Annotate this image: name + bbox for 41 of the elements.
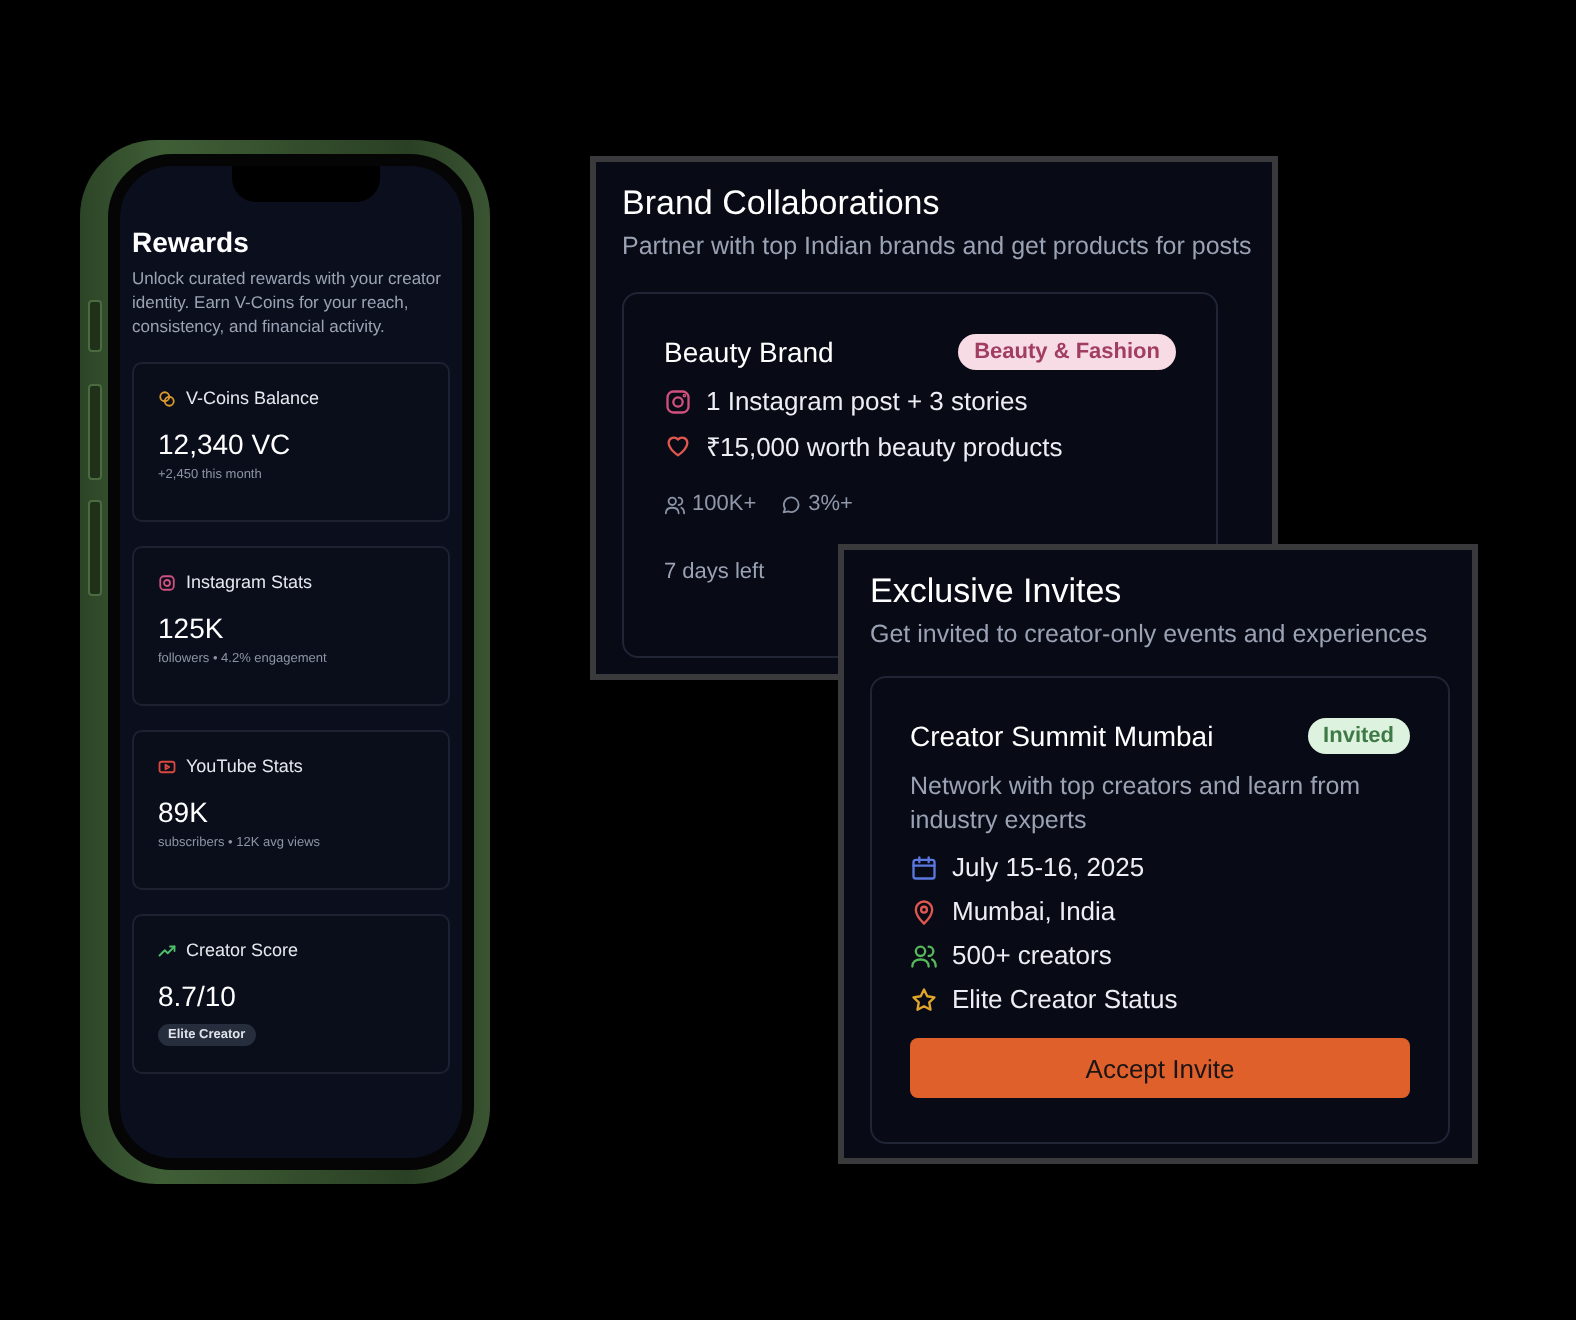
people-icon [664, 493, 686, 515]
play-icon [158, 757, 176, 775]
category-tag: Beauty & Fashion [958, 334, 1176, 370]
event-name: Creator Summit Mumbai [910, 720, 1214, 752]
event-detail: Mumbai, India [952, 896, 1116, 926]
metric-value: 100K+ [692, 492, 757, 516]
panel-title: Brand Collaborations [622, 184, 942, 224]
stat-value: 12,340 VC [158, 428, 293, 460]
speech-bubble-icon [780, 493, 803, 515]
stat-label: YouTube Stats [186, 756, 303, 776]
panel-subtitle: Partner with top Indian brands and get products for posts [622, 232, 1246, 260]
offer-detail: 1 Instagram post + 3 stories [706, 386, 1028, 416]
status-badge: Invited [1307, 718, 1410, 754]
brand-name: Beauty Brand [664, 336, 834, 368]
page-description: Unlock curated rewards with your creator identity. Earn V-Coins for your reach, consistency, and financial activity. [132, 266, 443, 338]
panel-subtitle: Get invited to creator-only events and experiences [870, 620, 1430, 648]
event-description: Network with top creators and learn from industry experts [910, 770, 1363, 838]
metric-value: 3%+ [808, 492, 853, 516]
stat-label: Creator Score [186, 940, 299, 960]
calendar-icon [910, 853, 938, 881]
camera-icon [664, 387, 692, 415]
panel-title: Exclusive Invites [870, 572, 1124, 612]
event-detail: Elite Creator Status [952, 984, 1178, 1014]
offer-detail: ₹15,000 worth beauty products [706, 430, 1063, 464]
page-title: Rewards [132, 226, 251, 258]
stat-value: 89K [158, 796, 210, 828]
location-pin-icon [910, 897, 938, 925]
stat-label: Instagram Stats [186, 572, 313, 592]
event-detail: July 15-16, 2025 [952, 852, 1145, 882]
camera-icon [158, 573, 176, 591]
deadline-text: 7 days left [664, 560, 767, 584]
people-icon [910, 941, 938, 969]
stat-value: 125K [158, 612, 226, 644]
stat-label: V-Coins Balance [186, 388, 320, 408]
event-detail: 500+ creators [952, 940, 1112, 970]
accept-invite-button[interactable]: Accept Invite [910, 1038, 1410, 1098]
heart-icon [664, 432, 692, 460]
stat-value: 8.7/10 [158, 980, 238, 1012]
trend-icon [158, 941, 176, 959]
star-icon [910, 985, 938, 1013]
coins-icon [158, 389, 176, 407]
